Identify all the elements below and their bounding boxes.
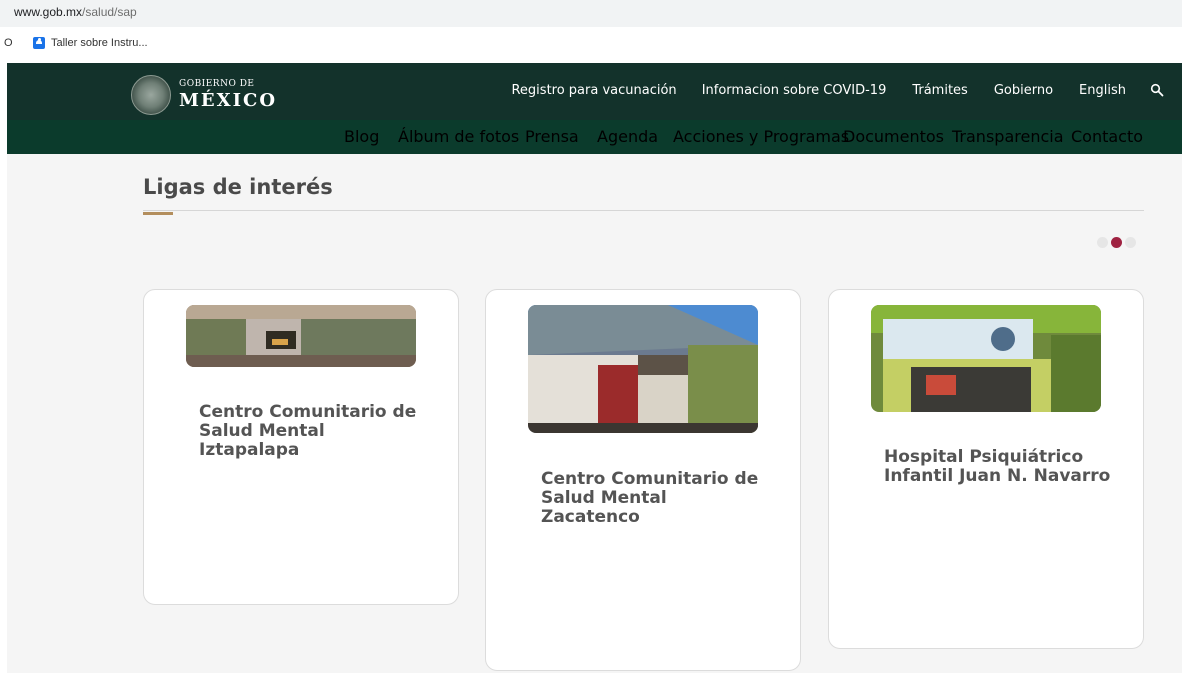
nav-covid[interactable]: Informacion sobre COVID-19 [702, 83, 887, 98]
card-photo [186, 305, 416, 367]
url-host: www.gob.mx [14, 5, 83, 19]
seal-icon [131, 75, 171, 115]
nav-prensa[interactable]: Prensa [525, 127, 579, 146]
logo-line1: GOBIERNO DE [179, 79, 255, 89]
carousel-dot-active[interactable] [1111, 237, 1122, 248]
card-title[interactable]: Centro Comunitario de Salud Mental Iztap… [199, 403, 419, 460]
gov-header: GOBIERNO DE MÉXICO Registro para vacunac… [7, 63, 1182, 120]
bookmark-label: Taller sobre Instru... [51, 37, 148, 49]
card-iztapalapa[interactable]: Centro Comunitario de Salud Mental Iztap… [143, 289, 459, 605]
card-hospital-navarro[interactable]: Hospital Psiquiátrico Infantil Juan N. N… [828, 289, 1144, 649]
nav-blog[interactable]: Blog [344, 127, 379, 146]
sub-nav: Blog Álbum de fotos Prensa Agenda Accion… [7, 120, 1182, 154]
nav-contacto[interactable]: Contacto [1071, 127, 1143, 146]
card-title[interactable]: Hospital Psiquiátrico Infantil Juan N. N… [884, 448, 1124, 486]
nav-tramites[interactable]: Trámites [912, 83, 968, 98]
main-nav: Registro para vacunación Informacion sob… [511, 83, 1126, 98]
bookmark-prefix: O [4, 37, 13, 49]
nav-registro-vacunacion[interactable]: Registro para vacunación [511, 83, 676, 98]
nav-agenda[interactable]: Agenda [597, 127, 658, 146]
logo-line2: MÉXICO [179, 90, 278, 111]
carousel-dot[interactable] [1125, 237, 1136, 248]
card-photo [528, 305, 758, 433]
title-divider [143, 210, 1144, 211]
search-icon[interactable] [1150, 83, 1164, 97]
nav-album-fotos[interactable]: Álbum de fotos [398, 127, 519, 146]
card-photo [871, 305, 1101, 412]
address-bar[interactable]: www.gob.mx/salud/sap [0, 0, 1182, 27]
bookmark-item[interactable]: Taller sobre Instru... [33, 37, 148, 49]
url-text[interactable]: www.gob.mx/salud/sap [14, 5, 137, 19]
section-title: Ligas de interés [143, 175, 333, 199]
gobierno-logo[interactable]: GOBIERNO DE MÉXICO [131, 75, 277, 115]
card-title[interactable]: Centro Comunitario de Salud Mental Zacat… [541, 470, 761, 527]
title-accent [143, 212, 173, 215]
carousel-dot[interactable] [1097, 237, 1108, 248]
bookmarks-bar: O Taller sobre Instru... [0, 27, 1182, 63]
user-icon [33, 37, 45, 49]
url-path: /salud/sap [82, 5, 137, 19]
nav-acciones-programas[interactable]: Acciones y Programas [673, 127, 849, 146]
nav-english[interactable]: English [1079, 83, 1126, 98]
nav-transparencia[interactable]: Transparencia [952, 127, 1064, 146]
card-zacatenco[interactable]: Centro Comunitario de Salud Mental Zacat… [485, 289, 801, 671]
nav-documentos[interactable]: Documentos [843, 127, 944, 146]
nav-gobierno[interactable]: Gobierno [994, 83, 1053, 98]
main-content: Ligas de interés Centro Comunitario de S… [7, 154, 1182, 673]
carousel-dots [1097, 237, 1136, 248]
